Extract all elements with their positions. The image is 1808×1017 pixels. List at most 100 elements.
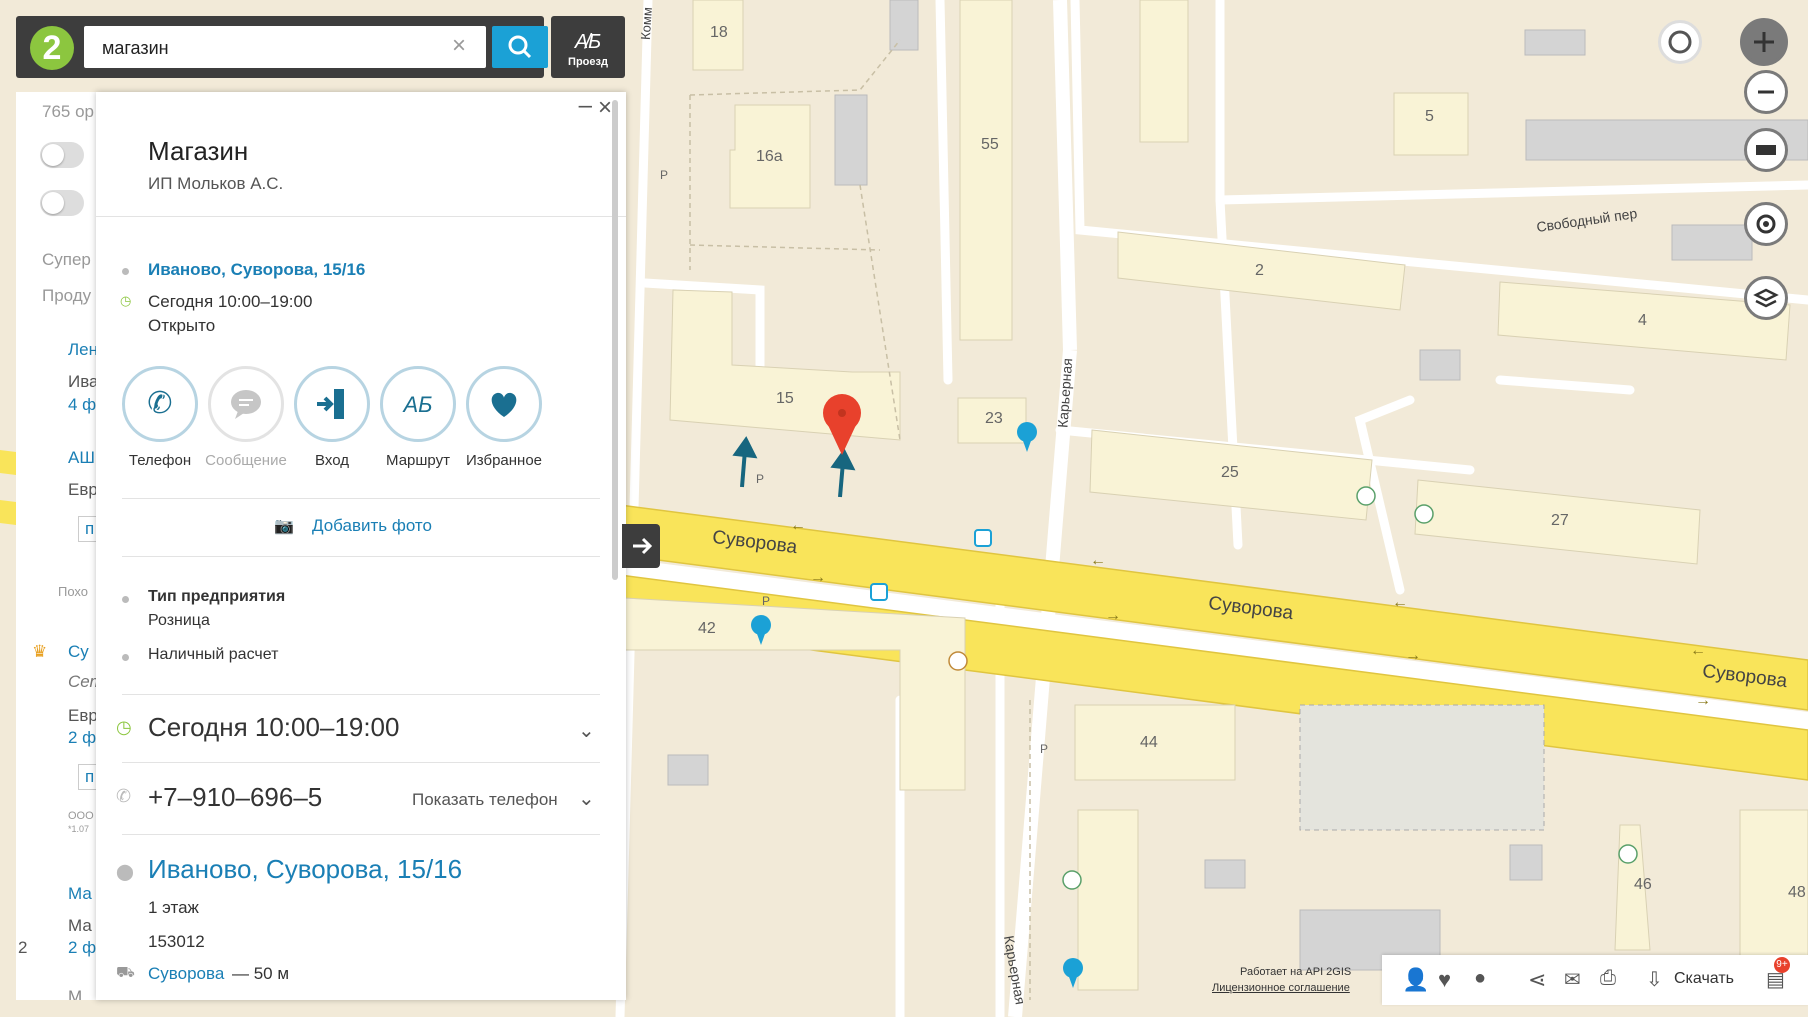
- svg-text:✆: ✆: [147, 386, 172, 421]
- bus-icon: ⛟: [116, 964, 135, 981]
- building-number: 55: [981, 136, 999, 153]
- divider: [122, 762, 600, 763]
- filter-toggle[interactable]: [40, 142, 84, 168]
- favorite-action-button[interactable]: [466, 366, 542, 442]
- download-label[interactable]: Скачать: [1674, 970, 1734, 988]
- entrance-action-button[interactable]: [294, 366, 370, 442]
- search-input[interactable]: [100, 26, 444, 70]
- share-icon[interactable]: ⋖: [1528, 967, 1554, 993]
- stop-link[interactable]: Суворова: [148, 964, 224, 984]
- results-count: 765 ор: [42, 102, 94, 121]
- action-label: Избранное: [465, 452, 543, 469]
- building-number: 5: [1425, 108, 1434, 125]
- search-button[interactable]: [492, 26, 548, 68]
- filter-toggle[interactable]: [40, 190, 84, 216]
- action-label: Телефон: [128, 452, 192, 469]
- svg-text:←: ←: [1090, 552, 1106, 569]
- list-item-branches[interactable]: 4 ф: [68, 395, 96, 415]
- add-photo-link[interactable]: Добавить фото: [312, 516, 432, 536]
- layers-button[interactable]: [1744, 276, 1788, 320]
- camera-icon: 📷: [274, 518, 294, 535]
- close-icon[interactable]: ×: [598, 94, 612, 122]
- chevron-down-icon[interactable]: ⌄: [578, 786, 595, 811]
- user-icon[interactable]: 👤: [1402, 967, 1429, 993]
- print-icon[interactable]: ⎙: [1600, 967, 1626, 993]
- compass-button[interactable]: [1658, 20, 1702, 64]
- address-full-link[interactable]: Иваново, Суворова, 15/16: [148, 854, 462, 885]
- list-item-title[interactable]: Су: [68, 642, 89, 662]
- license-link[interactable]: Лицензионное соглашение: [1212, 982, 1350, 994]
- parking-label: Р: [660, 168, 669, 182]
- svg-text:→: →: [1405, 647, 1421, 664]
- list-item-branches[interactable]: 2 ф: [68, 938, 96, 958]
- building-number: 42: [698, 620, 716, 637]
- phone-action-button[interactable]: ✆: [122, 366, 198, 442]
- parking-label: Р: [1040, 742, 1049, 756]
- list-item-small: *1.07: [68, 824, 90, 834]
- svg-text:→: →: [810, 569, 826, 586]
- hours-full: Сегодня 10:00–19:00: [148, 712, 400, 742]
- svg-text:AБ: AБ: [402, 392, 433, 417]
- mail-icon[interactable]: ✉: [1564, 967, 1590, 993]
- filter-chip[interactable]: Проду: [42, 286, 91, 306]
- business-type-title: Тип предприятия: [148, 588, 286, 605]
- building-number: 2: [1255, 262, 1264, 279]
- list-item-title[interactable]: Ма: [68, 884, 92, 904]
- postcode: 153012: [148, 932, 205, 951]
- list-item-title[interactable]: М: [68, 987, 82, 1000]
- zoom-in-button[interactable]: [1740, 18, 1788, 66]
- download-icon[interactable]: ⇩: [1646, 967, 1672, 993]
- heart-icon[interactable]: ♥: [1438, 967, 1464, 993]
- arrow-right-icon: [633, 537, 653, 555]
- results-list[interactable]: 765 ор Супер Проду Лен Ива 4 ф АШ Евр п …: [16, 92, 106, 1000]
- collapse-panel-button[interactable]: [622, 524, 660, 568]
- compass-icon: [1668, 30, 1692, 54]
- 2gis-logo[interactable]: 2: [30, 26, 74, 70]
- list-section-title: Похо: [58, 584, 89, 599]
- route-button[interactable]: A̸Б Проезд: [551, 16, 625, 78]
- heart-icon: [491, 392, 517, 417]
- phone-icon: ✆: [147, 386, 172, 421]
- show-phone-link[interactable]: Показать телефон: [412, 790, 558, 810]
- route-label: Проезд: [568, 56, 608, 68]
- place-card: – × Магазин ИП Мольков А.С. Иваново, Сув…: [96, 92, 626, 1000]
- building-number: 23: [985, 410, 1003, 427]
- route-action-button[interactable]: AБ: [380, 366, 456, 442]
- zoom-out-button[interactable]: [1744, 70, 1788, 114]
- filter-chip[interactable]: Супер: [42, 250, 91, 270]
- action-label: Сообщение: [205, 452, 287, 469]
- divider: [122, 498, 600, 499]
- building-number: 15: [776, 390, 794, 407]
- ruler-button[interactable]: [1744, 128, 1788, 172]
- list-item-mark: 2: [18, 938, 28, 957]
- list-item-title[interactable]: Лен: [68, 340, 98, 360]
- bullet-icon: [122, 268, 129, 275]
- svg-text:←: ←: [1690, 642, 1706, 659]
- bullet-icon: [122, 596, 129, 603]
- list-item-title[interactable]: АШ: [68, 448, 95, 468]
- address-link[interactable]: Иваново, Суворова, 15/16: [148, 260, 365, 280]
- street-label-komm: Комм: [637, 6, 655, 41]
- building-number: 25: [1221, 464, 1239, 481]
- entrance-icon: [317, 389, 344, 419]
- place-title: Магазин: [148, 136, 249, 166]
- chevron-down-icon[interactable]: ⌄: [578, 718, 595, 743]
- building-number: 44: [1140, 734, 1158, 751]
- api-credit: Работает на API 2GIS: [1240, 966, 1352, 978]
- close-icon[interactable]: ×: [452, 32, 466, 60]
- building-number: 16а: [756, 148, 783, 165]
- list-item-branches[interactable]: 2 ф: [68, 728, 96, 748]
- building-number: 18: [710, 24, 728, 41]
- building-number: 4: [1638, 312, 1647, 329]
- svg-text:A̸Б: A̸Б: [574, 31, 601, 53]
- card-scrollbar[interactable]: [612, 100, 618, 580]
- bottom-toolbar: 👤 ♥ ● ⋖ ✉ ⎙ ⇩ Скачать ▤ 9+: [1382, 955, 1808, 1005]
- chat-icon[interactable]: ●: [1474, 967, 1500, 993]
- open-status: Открыто: [148, 316, 216, 335]
- layers-icon: [1753, 288, 1779, 308]
- svg-text:→: →: [1105, 607, 1121, 624]
- locate-me-button[interactable]: [1744, 202, 1788, 246]
- minimize-icon[interactable]: –: [579, 92, 592, 120]
- list-item-sub: Ива: [68, 372, 99, 391]
- message-action-button[interactable]: [208, 366, 284, 442]
